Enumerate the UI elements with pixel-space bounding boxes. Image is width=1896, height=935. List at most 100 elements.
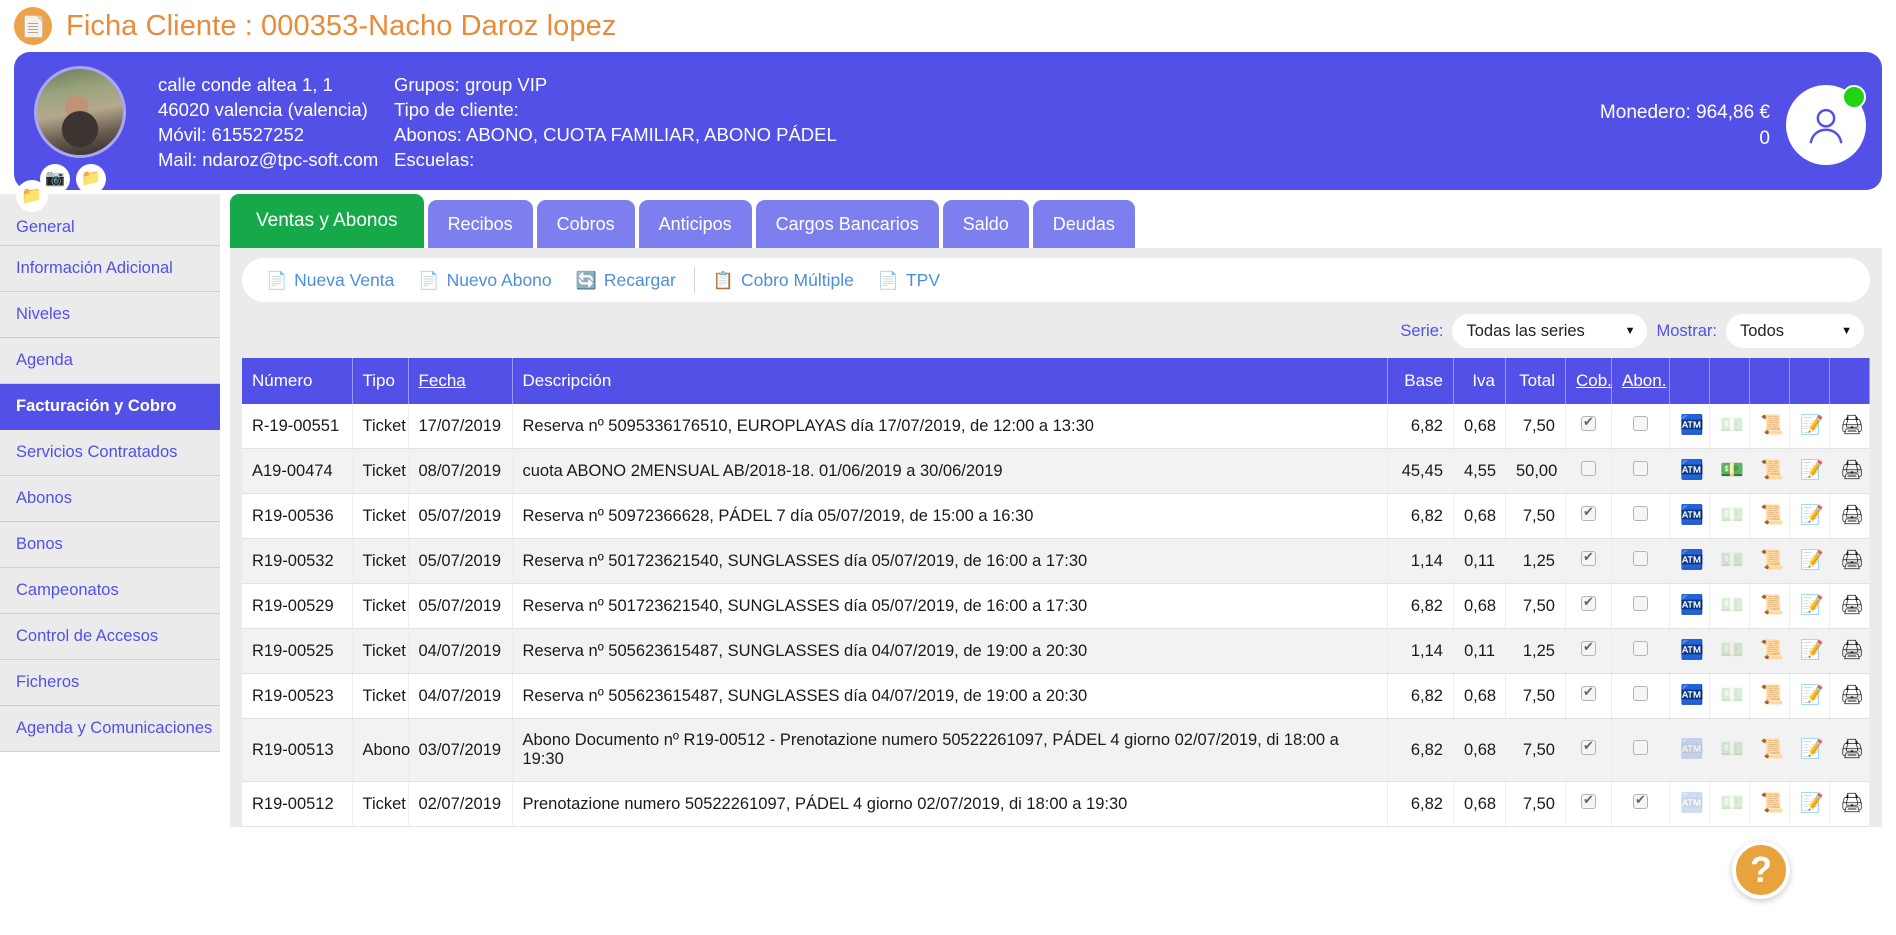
table-row[interactable]: R19-00529 Ticket 05/07/2019 Reserva nº 5017… [242,583,1870,629]
editar-icon[interactable]: 📝 [1800,794,1824,813]
column-header-fecha[interactable]: Fecha [408,358,513,404]
imprimir-icon[interactable]: 🖨 [1840,506,1864,525]
imprimir-icon[interactable]: 🖨 [1840,740,1864,759]
abonar-icon[interactable]: 💵 [1720,641,1744,660]
abonado-checkbox[interactable] [1633,596,1648,611]
cobro-documento-icon[interactable]: 📜 [1760,551,1784,570]
cobrado-checkbox[interactable] [1581,639,1596,656]
serie-select[interactable]: Todas las series ▼ [1452,314,1648,348]
mostrar-select[interactable]: Todos ▼ [1726,314,1864,348]
abonar-icon[interactable]: 💵 [1720,740,1744,759]
cell-cob-checkbox[interactable] [1565,673,1612,719]
cell-action-imprimir-icon[interactable]: 🖨 [1829,628,1870,674]
editar-icon[interactable]: 📝 [1800,596,1824,615]
abonar-icon[interactable]: 💵 [1720,551,1744,570]
abonado-checkbox[interactable] [1633,416,1648,431]
cell-abon-checkbox[interactable] [1611,448,1670,494]
table-row[interactable]: R19-00532 Ticket 05/07/2019 Reserva nº 5017… [242,538,1870,584]
cobrado-checkbox[interactable] [1581,738,1596,755]
imprimir-icon[interactable]: 🖨 [1840,641,1864,660]
cell-action-abonar-icon[interactable]: 💵 [1709,538,1750,584]
sidebar-item-abonos[interactable]: Abonos [0,476,220,522]
cell-abon-checkbox[interactable] [1611,583,1670,629]
cobrar-icon[interactable]: 🏧 [1680,794,1704,813]
cell-action-editar-icon[interactable]: 📝 [1789,673,1830,719]
cell-action-cobro-documento-icon[interactable]: 📜 [1749,673,1790,719]
abonado-checkbox[interactable] [1633,506,1648,521]
cell-cob-checkbox[interactable] [1565,404,1612,449]
cobro-documento-icon[interactable]: 📜 [1760,641,1784,660]
abonado-checkbox[interactable] [1633,641,1648,656]
cell-action-imprimir-icon[interactable]: 🖨 [1829,404,1870,449]
table-row[interactable]: R19-00512 Ticket 02/07/2019 Prenotazione nu… [242,781,1870,827]
cell-action-editar-icon[interactable]: 📝 [1789,538,1830,584]
tab-cargos-bancarios[interactable]: Cargos Bancarios [755,200,939,248]
tab-cobros[interactable]: Cobros [536,200,635,248]
cell-action-imprimir-icon[interactable]: 🖨 [1829,781,1870,827]
abonado-checkbox[interactable] [1633,551,1648,566]
sidebar-item-facturaci-n-y-cobro[interactable]: Facturación y Cobro [0,384,220,430]
tab-saldo[interactable]: Saldo [942,200,1029,248]
cell-action-cobrar-icon[interactable]: 🏧 [1669,493,1710,539]
editar-icon[interactable]: 📝 [1800,740,1824,759]
cell-action-cobro-documento-icon[interactable]: 📜 [1749,781,1790,827]
toolbar-cobro-m-ltiple-button[interactable]: 📋 Cobro Múltiple [703,270,864,291]
tab-deudas[interactable]: Deudas [1032,200,1135,248]
cell-action-abonar-icon[interactable]: 💵 [1709,628,1750,674]
cobrado-checkbox[interactable] [1581,792,1596,809]
cell-action-imprimir-icon[interactable]: 🖨 [1829,718,1870,782]
cell-action-abonar-icon[interactable]: 💵 [1709,781,1750,827]
cell-action-imprimir-icon[interactable]: 🖨 [1829,673,1870,719]
folder-icon[interactable]: 📁 [16,180,48,212]
cell-action-imprimir-icon[interactable]: 🖨 [1829,538,1870,584]
cell-cob-checkbox[interactable] [1565,583,1612,629]
cobrar-icon[interactable]: 🏧 [1680,506,1704,525]
cell-action-cobro-documento-icon[interactable]: 📜 [1749,628,1790,674]
cobro-documento-icon[interactable]: 📜 [1760,740,1784,759]
cobrar-icon[interactable]: 🏧 [1680,416,1704,435]
cell-abon-checkbox[interactable] [1611,538,1670,584]
abonar-icon[interactable]: 💵 [1720,794,1744,813]
cobrado-checkbox[interactable] [1581,461,1596,476]
cobrado-checkbox[interactable] [1581,594,1596,611]
abonado-checkbox[interactable] [1633,740,1648,755]
cell-cob-checkbox[interactable] [1565,718,1612,782]
cell-action-cobro-documento-icon[interactable]: 📜 [1749,583,1790,629]
sidebar-item-bonos[interactable]: Bonos [0,522,220,568]
sidebar-item-servicios-contratados[interactable]: Servicios Contratados [0,430,220,476]
tab-anticipos[interactable]: Anticipos [638,200,752,248]
editar-icon[interactable]: 📝 [1800,641,1824,660]
cobro-documento-icon[interactable]: 📜 [1760,686,1784,705]
cell-action-abonar-icon[interactable]: 💵 [1709,583,1750,629]
cell-action-cobrar-icon[interactable]: 🏧 [1669,673,1710,719]
cell-action-cobro-documento-icon[interactable]: 📜 [1749,493,1790,539]
cobrado-checkbox[interactable] [1581,684,1596,701]
tab-ventas-y-abonos[interactable]: Ventas y Abonos [230,194,424,248]
cell-action-cobrar-icon[interactable]: 🏧 [1669,538,1710,584]
cobrado-checkbox[interactable] [1581,414,1596,431]
abonar-icon[interactable]: 💵 [1720,416,1744,435]
sidebar-item-informaci-n-adicional[interactable]: Información Adicional [0,246,220,292]
cobro-documento-icon[interactable]: 📜 [1760,416,1784,435]
cell-action-abonar-icon[interactable]: 💵 [1709,404,1750,449]
cobrar-icon[interactable]: 🏧 [1680,596,1704,615]
cobrado-checkbox[interactable] [1581,504,1596,521]
cell-action-editar-icon[interactable]: 📝 [1789,718,1830,782]
column-header-cob[interactable]: Cob. [1565,358,1612,404]
cobro-documento-icon[interactable]: 📜 [1760,596,1784,615]
editar-icon[interactable]: 📝 [1800,461,1824,480]
cell-cob-checkbox[interactable] [1565,781,1612,827]
cell-action-cobrar-icon[interactable]: 🏧 [1669,628,1710,674]
cell-action-editar-icon[interactable]: 📝 [1789,404,1830,449]
cobrar-icon[interactable]: 🏧 [1680,641,1704,660]
toolbar-nuevo-abono-button[interactable]: 📄 Nuevo Abono [408,270,561,291]
toolbar-nueva-venta-button[interactable]: 📄 Nueva Venta [256,270,404,291]
cell-action-editar-icon[interactable]: 📝 [1789,628,1830,674]
cell-action-editar-icon[interactable]: 📝 [1789,493,1830,539]
abonar-icon[interactable]: 💵 [1720,461,1744,480]
folder-icon[interactable]: 📁 [76,164,106,194]
cell-action-editar-icon[interactable]: 📝 [1789,448,1830,494]
imprimir-icon[interactable]: 🖨 [1840,461,1864,480]
cell-cob-checkbox[interactable] [1565,628,1612,674]
sidebar-item-control-de-accesos[interactable]: Control de Accesos [0,614,220,660]
